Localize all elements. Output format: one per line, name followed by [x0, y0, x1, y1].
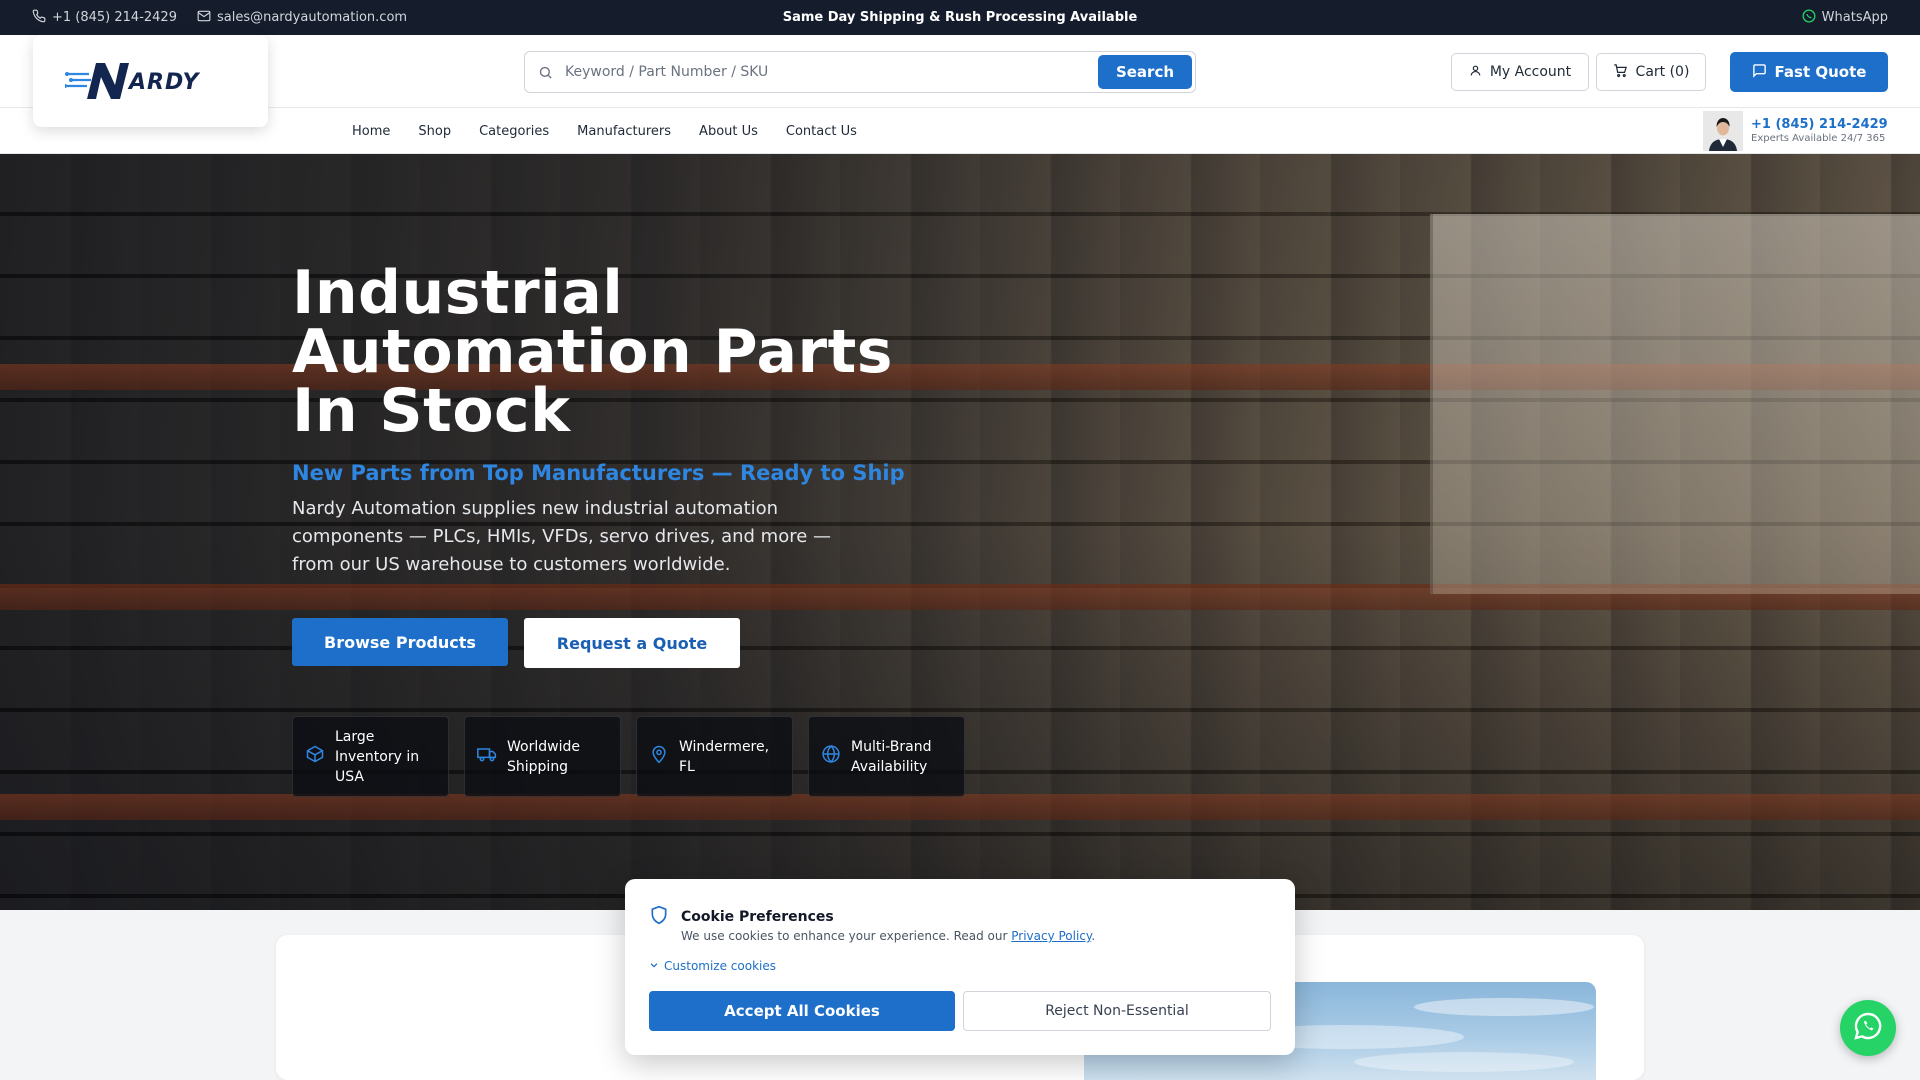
chevron-down-icon: [649, 959, 659, 973]
privacy-policy-link[interactable]: Privacy Policy: [1011, 929, 1091, 943]
topbar-phone-link[interactable]: +1 (845) 214-2429: [32, 9, 177, 27]
feature-label: Large Inventory in USA: [335, 728, 420, 785]
hero-subtitle: New Parts from Top Manufacturers — Ready…: [292, 461, 905, 485]
expert-avatar: [1703, 111, 1743, 151]
expert-contact[interactable]: +1 (845) 214-2429 Experts Available 24/7…: [1703, 111, 1888, 151]
cookie-message-end: .: [1091, 929, 1096, 943]
nav-item-contact-us[interactable]: Contact Us: [786, 124, 857, 139]
hero-title-line: Automation Parts: [292, 317, 893, 387]
hero-title-line: In Stock: [292, 376, 571, 446]
cookie-title: Cookie Preferences: [681, 909, 834, 925]
my-account-label: My Account: [1489, 64, 1572, 80]
search-icon: [525, 65, 565, 80]
feature-card: Worldwide Shipping: [464, 716, 621, 797]
topbar-phone-text: +1 (845) 214-2429: [52, 10, 177, 25]
svg-text:ARDY: ARDY: [127, 70, 201, 95]
box-icon: [305, 744, 325, 770]
cart-button[interactable]: Cart (0): [1596, 53, 1706, 91]
search-button[interactable]: Search: [1098, 55, 1192, 89]
hero-section: Industrial Automation Parts In Stock New…: [0, 154, 1920, 910]
fast-quote-button[interactable]: Fast Quote: [1730, 52, 1888, 92]
cookie-message: We use cookies to enhance your experienc…: [681, 929, 1012, 943]
feature-list: Large Inventory in USA Worldwide Shippin…: [292, 716, 965, 797]
phone-icon: [32, 9, 46, 27]
request-quote-button[interactable]: Request a Quote: [524, 618, 740, 668]
nav-item-categories[interactable]: Categories: [479, 124, 549, 139]
topbar-whatsapp-text: WhatsApp: [1821, 10, 1888, 25]
shipping-box-closeup: [1430, 214, 1920, 594]
feature-card: Large Inventory in USA: [292, 716, 449, 797]
user-icon: [1469, 64, 1482, 81]
hero-title: Industrial Automation Parts In Stock: [292, 258, 932, 446]
hero-description: Nardy Automation supplies new industrial…: [292, 498, 832, 575]
shield-icon: [649, 905, 669, 929]
reject-non-essential-button[interactable]: Reject Non-Essential: [963, 991, 1271, 1031]
mail-icon: [197, 9, 211, 27]
globe-icon: [821, 744, 841, 770]
hero-title-line: Industrial: [292, 258, 624, 328]
expert-phone: +1 (845) 214-2429: [1751, 117, 1888, 132]
map-pin-icon: [649, 744, 669, 770]
fast-quote-label: Fast Quote: [1774, 63, 1867, 81]
nav-item-home[interactable]: Home: [352, 124, 390, 139]
accept-all-cookies-button[interactable]: Accept All Cookies: [649, 991, 955, 1031]
truck-icon: [477, 744, 497, 770]
logo-link[interactable]: ARDY: [33, 35, 268, 127]
nav-item-manufacturers[interactable]: Manufacturers: [577, 124, 671, 139]
cart-icon: [1613, 63, 1628, 82]
my-account-button[interactable]: My Account: [1451, 53, 1589, 91]
customize-cookies-label: Customize cookies: [664, 959, 777, 973]
customize-cookies-toggle[interactable]: Customize cookies: [649, 959, 776, 973]
main-nav: Home Shop Categories Manufacturers About…: [0, 108, 1920, 154]
nav-item-shop[interactable]: Shop: [418, 124, 451, 139]
topbar-whatsapp-link[interactable]: WhatsApp: [1802, 0, 1888, 35]
topbar-email-link[interactable]: sales@nardyautomation.com: [197, 9, 407, 27]
nardy-logo: ARDY: [64, 63, 201, 99]
search-input[interactable]: [565, 64, 1098, 80]
feature-card: Windermere, FL: [636, 716, 793, 797]
top-bar: +1 (845) 214-2429 sales@nardyautomation.…: [0, 0, 1920, 35]
topbar-email-text: sales@nardyautomation.com: [216, 10, 408, 25]
feature-label: Multi-Brand Availability: [851, 738, 932, 775]
feature-label: Worldwide Shipping: [507, 738, 580, 775]
whatsapp-icon: [1802, 9, 1816, 27]
cart-label: Cart (0): [1635, 64, 1690, 80]
feature-card: Multi-Brand Availability: [808, 716, 965, 797]
feature-label: Windermere, FL: [679, 738, 770, 775]
cookie-text: We use cookies to enhance your experienc…: [681, 929, 1095, 943]
whatsapp-chat-button[interactable]: [1840, 1000, 1896, 1056]
nav-item-about-us[interactable]: About Us: [699, 124, 758, 139]
cookie-banner: Cookie Preferences We use cookies to enh…: [625, 879, 1295, 1055]
browse-products-button[interactable]: Browse Products: [292, 618, 508, 666]
expert-availability: Experts Available 24/7 365: [1751, 133, 1886, 144]
whatsapp-icon: [1852, 1010, 1884, 1046]
search-bar: Search: [524, 51, 1196, 93]
shelf-beam: [0, 794, 1920, 820]
chat-icon: [1752, 63, 1767, 82]
